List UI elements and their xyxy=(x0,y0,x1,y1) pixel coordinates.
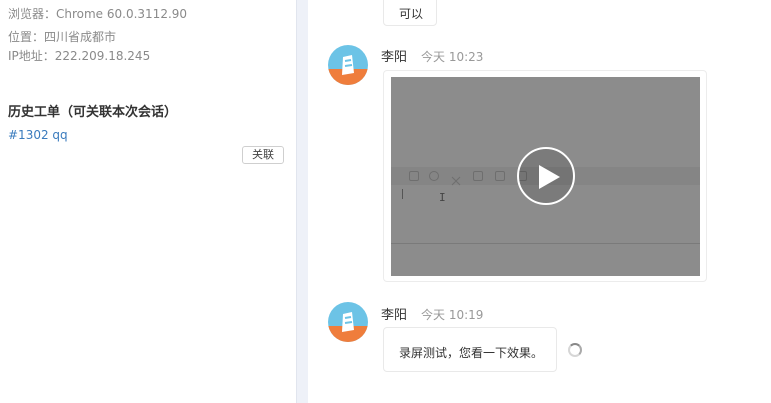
ticket-link[interactable]: #1302 qq xyxy=(8,128,68,142)
message-text: 录屏测试，您看一下效果。 xyxy=(399,346,544,360)
avatar-figure-icon xyxy=(342,55,354,75)
text-caret-icon xyxy=(402,189,403,199)
ip-info: IP地址：222.209.18.245 xyxy=(8,49,151,63)
browser-info: 浏览器：Chrome 60.0.3112.90 xyxy=(8,7,188,21)
visitor-sidebar: 浏览器：Chrome 60.0.3112.90 位置：四川省成都市 IP地址：2… xyxy=(0,0,296,403)
history-tickets-title: 历史工单（可关联本次会话） xyxy=(8,105,178,120)
play-icon xyxy=(539,165,560,189)
video-camera-icon xyxy=(473,171,483,181)
message-bubble: 可以 xyxy=(383,0,437,26)
video-divider-line xyxy=(391,243,700,244)
lock-icon xyxy=(409,171,419,181)
sending-spinner-icon xyxy=(568,343,582,357)
agent-avatar[interactable] xyxy=(328,302,368,342)
play-button[interactable] xyxy=(517,147,575,205)
video-preview[interactable]: I xyxy=(391,77,700,276)
sender-name: 李阳 xyxy=(381,50,408,65)
avatar-figure-icon xyxy=(342,312,354,332)
message-bubble: 录屏测试，您看一下效果。 xyxy=(383,327,557,372)
message-time: 今天 10:19 xyxy=(421,308,484,322)
location-info: 位置：四川省成都市 xyxy=(8,30,117,44)
sender-name: 李阳 xyxy=(381,308,408,323)
agent-avatar[interactable] xyxy=(328,45,368,85)
scissors-icon xyxy=(451,171,461,186)
emoji-icon xyxy=(429,171,439,181)
message-time: 今天 10:23 xyxy=(421,50,484,64)
panel-divider[interactable] xyxy=(296,0,308,403)
ibeam-cursor-icon: I xyxy=(439,191,446,204)
message-text: 可以 xyxy=(399,7,424,21)
link-ticket-button[interactable]: 关联 xyxy=(242,146,284,164)
video-message-card[interactable]: I xyxy=(383,70,707,282)
file-icon xyxy=(495,171,505,181)
